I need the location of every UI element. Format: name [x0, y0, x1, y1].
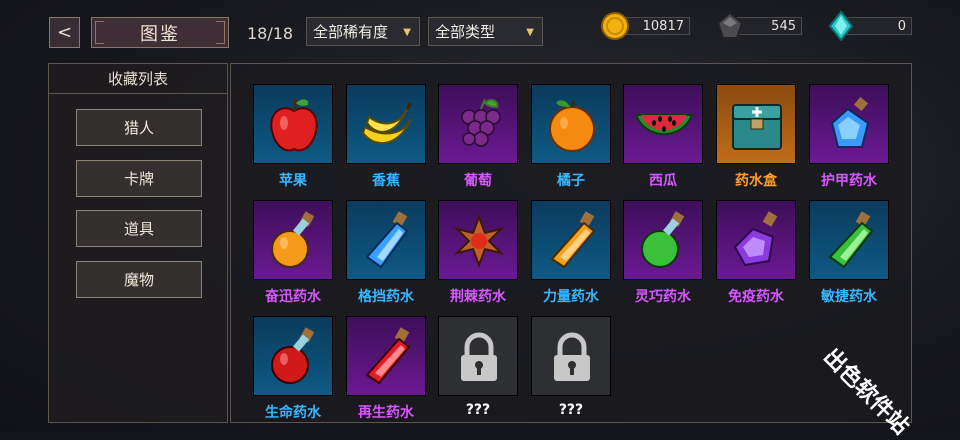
- sidebar-item-hunters[interactable]: 猎人: [76, 109, 202, 146]
- grapes-icon: [461, 98, 501, 147]
- item-card-grapes[interactable]: [438, 84, 518, 164]
- type-filter-value: 全部类型: [435, 23, 496, 41]
- immunity-potion-icon: [733, 211, 778, 267]
- haste-potion-icon: [271, 211, 315, 268]
- item-card-locked[interactable]: [438, 316, 518, 396]
- item-label: 免疫药水: [728, 289, 784, 305]
- page-title: 图鉴: [91, 17, 229, 48]
- item-card-strength-potion[interactable]: [531, 200, 611, 280]
- banana-icon: [361, 102, 413, 144]
- item-card-dexterity-potion[interactable]: [623, 200, 703, 280]
- dexterity-potion-icon: [641, 211, 685, 268]
- sidebar-item-label: 猎人: [123, 119, 154, 137]
- item-card-banana[interactable]: [346, 84, 426, 164]
- item-label: 香蕉: [372, 173, 400, 189]
- item-label: 敏捷药水: [821, 289, 877, 305]
- gold-coin-icon: [601, 12, 629, 40]
- item-label: 再生药水: [358, 405, 414, 421]
- item-card-block-potion[interactable]: [346, 200, 426, 280]
- item-label: 力量药水: [543, 289, 599, 305]
- item-card-agility-potion[interactable]: [809, 200, 889, 280]
- health-potion-icon: [271, 327, 315, 384]
- sidebar-item-items[interactable]: 道具: [76, 210, 202, 247]
- strength-potion-icon: [550, 211, 596, 269]
- sidebar-item-monsters[interactable]: 魔物: [76, 261, 202, 298]
- dark-crystal-resource: 545: [715, 11, 802, 39]
- item-card-armor-potion[interactable]: [809, 84, 889, 164]
- item-label: 荆棘药水: [450, 289, 506, 305]
- sidebar-item-cards[interactable]: 卡牌: [76, 160, 202, 197]
- item-card-haste-potion[interactable]: [253, 200, 333, 280]
- item-card-thorns-potion[interactable]: [438, 200, 518, 280]
- collection-sidebar: 收藏列表 猎人 卡牌 道具 魔物: [48, 63, 228, 423]
- thorns-potion-icon: [453, 214, 505, 268]
- teal-gem-resource: 0: [826, 11, 912, 41]
- item-label: 葡萄: [464, 173, 492, 189]
- item-grid-panel: 苹果 香蕉 葡萄 橘子 西瓜 药水盒 护甲药水 奋迅药水 格挡药水 荆棘药水 力…: [230, 63, 912, 423]
- sidebar-item-label: 魔物: [123, 271, 154, 289]
- chevron-down-icon: ▼: [403, 27, 411, 38]
- regen-potion-icon: [365, 327, 411, 385]
- back-icon: <: [56, 22, 73, 43]
- item-label: 奋迅药水: [265, 289, 321, 305]
- item-card-watermelon[interactable]: [623, 84, 703, 164]
- armor-potion-icon: [830, 96, 870, 148]
- item-card-immunity-potion[interactable]: [716, 200, 796, 280]
- item-label: 灵巧药水: [635, 289, 691, 305]
- type-filter-dropdown[interactable]: 全部类型 ▼: [428, 17, 543, 46]
- item-card-apple[interactable]: [253, 84, 333, 164]
- item-label: ???: [465, 402, 491, 418]
- item-card-health-potion[interactable]: [253, 316, 333, 396]
- rarity-filter-dropdown[interactable]: 全部稀有度 ▼: [306, 17, 420, 46]
- sidebar-item-label: 道具: [123, 220, 154, 238]
- item-label: 药水盒: [735, 173, 777, 189]
- gold-resource: 10817: [600, 12, 690, 40]
- sidebar-item-label: 卡牌: [123, 170, 154, 188]
- item-label: 苹果: [279, 173, 307, 189]
- chevron-down-icon: ▼: [526, 27, 534, 38]
- page-title-text: 图鉴: [140, 23, 180, 45]
- item-label: 生命药水: [265, 405, 321, 421]
- orange-icon: [549, 100, 595, 152]
- collection-count: 18/18: [247, 24, 294, 43]
- item-card-orange[interactable]: [531, 84, 611, 164]
- item-label: 格挡药水: [358, 289, 414, 305]
- back-button[interactable]: <: [49, 17, 80, 48]
- rarity-filter-value: 全部稀有度: [313, 23, 389, 41]
- block-potion-icon: [365, 211, 409, 269]
- sidebar-title: 收藏列表: [49, 64, 227, 94]
- teal-gem-icon: [828, 11, 854, 41]
- item-label: 护甲药水: [821, 173, 877, 189]
- agility-potion-icon: [828, 211, 874, 269]
- lock-icon: [461, 332, 497, 381]
- item-label: 橘子: [557, 173, 585, 189]
- item-label: 西瓜: [649, 173, 677, 189]
- item-label: ???: [558, 402, 584, 418]
- potion-box-icon: [732, 104, 782, 150]
- item-card-locked[interactable]: [531, 316, 611, 396]
- dark-crystal-icon: [716, 11, 744, 39]
- apple-icon: [270, 98, 318, 152]
- lock-icon: [554, 332, 590, 381]
- item-card-regen-potion[interactable]: [346, 316, 426, 396]
- item-card-potion-box[interactable]: [716, 84, 796, 164]
- watermelon-icon: [634, 114, 694, 136]
